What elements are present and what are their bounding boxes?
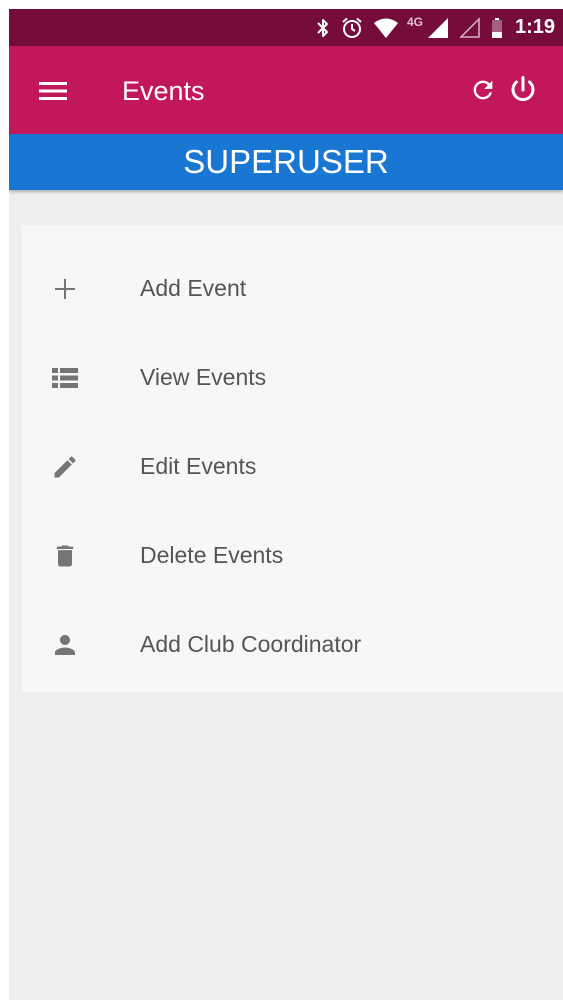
- menu-item-edit-events[interactable]: Edit Events: [22, 422, 563, 511]
- wifi-icon: [373, 16, 399, 40]
- refresh-button[interactable]: [465, 72, 501, 108]
- menu-item-label: Add Club Coordinator: [140, 631, 362, 657]
- menu-item-delete-events[interactable]: Delete Events: [22, 511, 563, 600]
- trash-icon: [49, 540, 81, 572]
- menu-item-label: Delete Events: [140, 542, 284, 568]
- logout-button[interactable]: [505, 72, 541, 108]
- page-title: Events: [122, 76, 205, 106]
- app-screen: 4G 1:19 Events SUPERUSER Add Event View …: [9, 9, 563, 1000]
- menu-item-view-events[interactable]: View Events: [22, 333, 563, 422]
- menu-item-label: View Events: [140, 364, 267, 390]
- menu-item-add-club-coordinator[interactable]: Add Club Coordinator: [22, 600, 563, 689]
- menu-button[interactable]: [34, 72, 72, 110]
- battery-icon: [491, 16, 503, 40]
- plus-icon: [49, 273, 81, 305]
- hamburger-icon: [39, 82, 67, 100]
- menu-item-add-event[interactable]: Add Event: [22, 244, 563, 333]
- bluetooth-icon: [315, 16, 331, 40]
- menu-card: Add Event View Events Edit Events Delete…: [22, 225, 563, 692]
- menu-item-label: Add Event: [140, 275, 247, 301]
- menu-item-label: Edit Events: [140, 453, 257, 479]
- signal-icon: [427, 16, 449, 40]
- person-icon: [49, 629, 81, 661]
- network-type: 4G: [406, 14, 423, 29]
- pencil-icon: [49, 451, 81, 483]
- signal-empty-icon: [459, 16, 481, 40]
- refresh-icon: [473, 80, 493, 100]
- app-bar: Events: [9, 46, 563, 134]
- alarm-icon: [341, 16, 363, 40]
- power-icon: [511, 76, 535, 102]
- role-banner: SUPERUSER: [9, 134, 563, 190]
- list-icon: [49, 362, 81, 394]
- status-bar: 4G 1:19: [9, 9, 563, 46]
- clock-time: 1:19: [514, 16, 555, 38]
